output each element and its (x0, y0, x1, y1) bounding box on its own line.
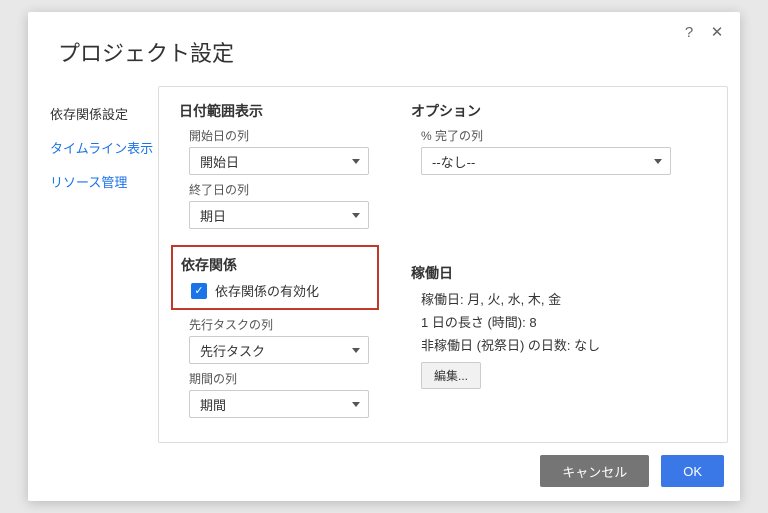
start-date-value: 開始日 (200, 152, 239, 171)
close-icon[interactable]: ✕ (708, 24, 726, 42)
help-icon[interactable]: ? (680, 24, 698, 42)
dependency-enable-label: 依存関係の有効化 (215, 281, 319, 300)
predecessor-select[interactable]: 先行タスク (189, 336, 369, 364)
workdays-holidays: 非稼働日 (祝祭日) の日数: なし (421, 335, 671, 354)
chevron-down-icon (352, 348, 360, 353)
percent-complete-value: --なし-- (432, 152, 475, 171)
end-date-select[interactable]: 期日 (189, 201, 369, 229)
dependency-highlight: 依存関係 ✓ 依存関係の有効化 (171, 245, 379, 310)
start-date-select[interactable]: 開始日 (189, 147, 369, 175)
content-columns: 日付範囲表示 開始日の列 開始日 終了日の列 期日 依存関係 (179, 101, 707, 418)
project-settings-modal: プロジェクト設定 ? ✕ 依存関係設定 タイムライン表示 リソース管理 日付範囲… (28, 12, 740, 501)
ok-button[interactable]: OK (661, 455, 724, 487)
header-icons: ? ✕ (680, 24, 726, 42)
sidebar-item-dependency-settings[interactable]: 依存関係設定 (50, 98, 158, 132)
modal-title: プロジェクト設定 (58, 36, 710, 68)
sidebar-item-resource-management[interactable]: リソース管理 (50, 166, 158, 200)
percent-complete-label: % 完了の列 (421, 127, 671, 144)
dependency-title: 依存関係 (181, 255, 371, 275)
duration-select[interactable]: 期間 (189, 390, 369, 418)
dependency-enable-checkbox[interactable]: ✓ (191, 283, 207, 299)
chevron-down-icon (352, 402, 360, 407)
chevron-down-icon (352, 159, 360, 164)
right-column: オプション % 完了の列 --なし-- 稼働日 稼働日: 月, 火, 水, 木,… (411, 101, 671, 418)
left-column: 日付範囲表示 開始日の列 開始日 終了日の列 期日 依存関係 (179, 101, 371, 418)
modal-header: プロジェクト設定 ? ✕ (28, 12, 740, 82)
end-date-value: 期日 (200, 206, 226, 225)
modal-body: 依存関係設定 タイムライン表示 リソース管理 日付範囲表示 開始日の列 開始日 … (28, 82, 740, 443)
content-panel: 日付範囲表示 開始日の列 開始日 終了日の列 期日 依存関係 (158, 86, 728, 443)
start-date-label: 開始日の列 (189, 127, 371, 144)
modal-footer: キャンセル OK (28, 443, 740, 501)
workdays-days: 稼働日: 月, 火, 水, 木, 金 (421, 289, 671, 308)
predecessor-value: 先行タスク (200, 341, 265, 360)
end-date-label: 終了日の列 (189, 181, 371, 198)
sidebar: 依存関係設定 タイムライン表示 リソース管理 (28, 82, 158, 443)
options-title: オプション (411, 101, 671, 121)
predecessor-label: 先行タスクの列 (189, 316, 371, 333)
dependency-enable-row: ✓ 依存関係の有効化 (191, 281, 371, 300)
workdays-edit-button[interactable]: 編集... (421, 362, 481, 389)
chevron-down-icon (352, 213, 360, 218)
sidebar-item-timeline-display[interactable]: タイムライン表示 (50, 132, 158, 166)
workdays-title: 稼働日 (411, 263, 671, 283)
duration-label: 期間の列 (189, 370, 371, 387)
workdays-length: 1 日の長さ (時間): 8 (421, 312, 671, 331)
chevron-down-icon (654, 159, 662, 164)
cancel-button[interactable]: キャンセル (540, 455, 649, 487)
date-range-title: 日付範囲表示 (179, 101, 371, 121)
duration-value: 期間 (200, 395, 226, 414)
percent-complete-select[interactable]: --なし-- (421, 147, 671, 175)
